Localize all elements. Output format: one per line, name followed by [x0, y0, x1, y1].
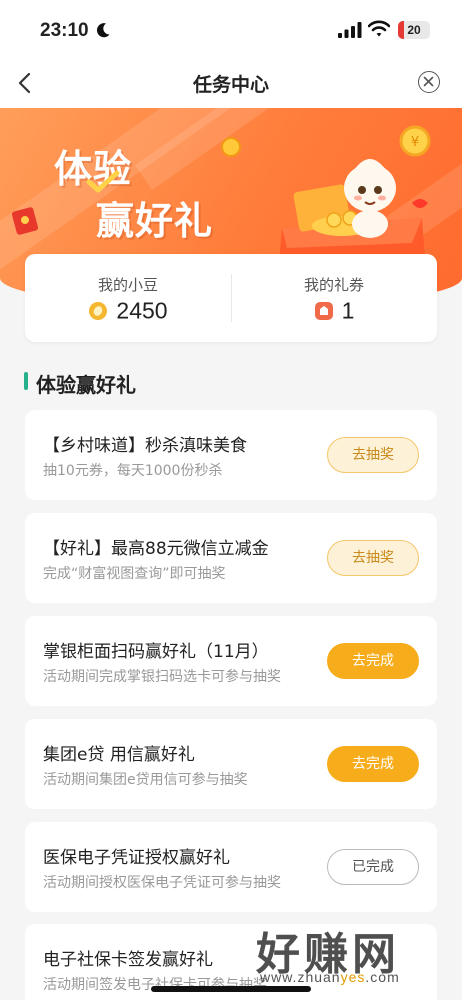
coupons-stat[interactable]: 我的礼券 1	[231, 254, 437, 342]
beans-stat[interactable]: 我的小豆 2450	[25, 254, 231, 342]
task-title: 【好礼】最高88元微信立减金	[43, 539, 269, 559]
wifi-icon	[368, 20, 390, 37]
bean-coin-icon	[89, 301, 108, 320]
close-circle-icon[interactable]	[418, 71, 440, 93]
watermark-url-highlight: yes	[340, 969, 366, 985]
task-card[interactable]: 医保电子凭证授权赢好礼 活动期间授权医保电子凭证可参与抽奖 已完成	[25, 822, 437, 912]
task-card[interactable]: 掌银柜面扫码赢好礼（11月） 活动期间完成掌银扫码选卡可参与抽奖 去完成	[25, 616, 437, 706]
draw-lottery-button[interactable]: 去抽奖	[327, 437, 419, 473]
nav-bar: 任务中心	[0, 60, 462, 108]
task-title: 【乡村味道】秒杀滇味美食	[43, 436, 247, 456]
coin-icon	[221, 137, 241, 157]
go-complete-button[interactable]: 去完成	[327, 746, 419, 782]
task-subtitle: 活动期间授权医保电子凭证可参与抽奖	[43, 875, 281, 891]
status-time: 23:10	[40, 20, 89, 41]
task-subtitle: 完成“财富视图查询”即可抽奖	[43, 566, 226, 582]
beans-label: 我的小豆	[97, 276, 158, 294]
go-complete-button[interactable]: 去完成	[327, 643, 419, 679]
section-accent-bar	[24, 372, 28, 390]
home-indicator[interactable]	[151, 986, 311, 992]
draw-lottery-button[interactable]: 去抽奖	[327, 540, 419, 576]
watermark-url-prefix: www.zhuan	[260, 969, 341, 985]
task-subtitle: 抽10元券，每天1000份秒杀	[43, 463, 223, 479]
task-card[interactable]: 【好礼】最高88元微信立减金 完成“财富视图查询”即可抽奖 去抽奖	[25, 513, 437, 603]
task-title: 医保电子凭证授权赢好礼	[43, 848, 230, 868]
task-subtitle: 活动期间完成掌银扫码选卡可参与抽奖	[43, 669, 281, 685]
page-title: 任务中心	[192, 74, 269, 96]
battery-indicator: 20	[398, 21, 430, 39]
task-card[interactable]: 集团e贷 用信赢好礼 活动期间集团e贷用信可参与抽奖 去完成	[25, 719, 437, 809]
watermark-url: www.zhuanyes.com	[260, 969, 400, 985]
beans-value-row: 2450	[25, 296, 231, 324]
task-card[interactable]: 【乡村味道】秒杀滇味美食 抽10元券，每天1000份秒杀 去抽奖	[25, 410, 437, 500]
coupons-value-row: 1	[231, 296, 437, 324]
battery-text: 20	[407, 23, 421, 37]
assets-card: 我的小豆 2450 我的礼券 1	[25, 254, 437, 342]
coupons-value: 1	[341, 297, 355, 324]
coupon-icon	[314, 301, 333, 320]
coupons-label: 我的礼券	[303, 276, 364, 294]
task-subtitle: 活动期间集团e贷用信可参与抽奖	[43, 772, 248, 788]
task-title: 集团e贷 用信赢好礼	[43, 745, 195, 765]
banner-title-line2: 赢好礼	[96, 199, 214, 243]
task-title: 掌银柜面扫码赢好礼（11月）	[43, 642, 269, 662]
moon-icon	[96, 23, 110, 38]
status-bar: 23:10 20	[0, 0, 462, 60]
section-title: 体验赢好礼	[36, 373, 136, 397]
beans-value: 2450	[116, 297, 168, 324]
signal-icon	[338, 22, 362, 38]
task-title: 电子社保卡签发赢好礼	[43, 950, 213, 970]
completed-button: 已完成	[327, 849, 419, 885]
red-envelope-icon	[11, 207, 39, 235]
watermark-url-suffix: .com	[365, 969, 400, 985]
